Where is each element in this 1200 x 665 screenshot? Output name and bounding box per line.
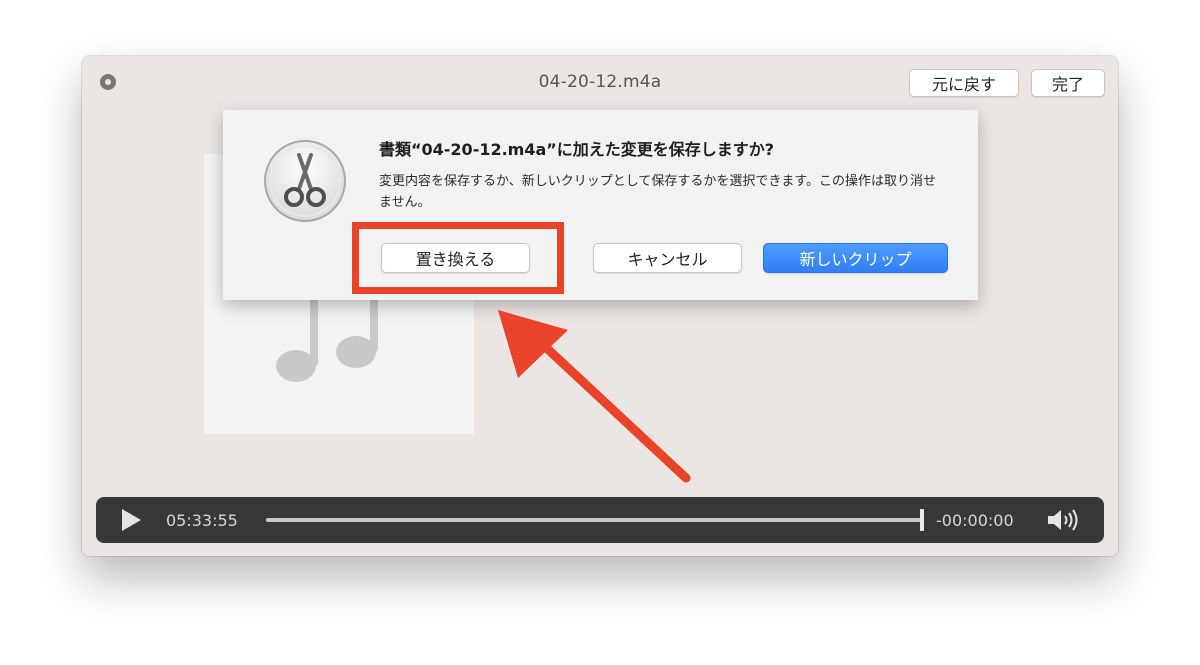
playback-scrubber[interactable] xyxy=(266,518,924,522)
scissors-icon xyxy=(264,140,346,222)
elapsed-time: 05:33:55 xyxy=(166,511,238,530)
volume-icon[interactable] xyxy=(1047,509,1081,531)
save-changes-dialog: 書類“04-20-12.m4a”に加えた変更を保存しますか? 変更内容を保存する… xyxy=(223,110,978,300)
remaining-time: -00:00:00 xyxy=(936,511,1014,530)
new-clip-button[interactable]: 新しいクリップ xyxy=(763,243,948,273)
playback-controls: 05:33:55 -00:00:00 xyxy=(96,497,1104,543)
done-button[interactable]: 完了 xyxy=(1031,69,1105,97)
dialog-title: 書類“04-20-12.m4a”に加えた変更を保存しますか? xyxy=(379,140,775,159)
dialog-message: 変更内容を保存するか、新しいクリップとして保存するかを選択できます。この操作は取… xyxy=(379,174,937,210)
cancel-button[interactable]: キャンセル xyxy=(593,243,742,273)
annotation-arrow-icon xyxy=(498,310,691,483)
play-icon[interactable] xyxy=(120,508,142,532)
highlight-annotation-box xyxy=(352,222,564,294)
revert-button[interactable]: 元に戻す xyxy=(909,69,1019,97)
scrubber-handle[interactable] xyxy=(920,509,924,531)
